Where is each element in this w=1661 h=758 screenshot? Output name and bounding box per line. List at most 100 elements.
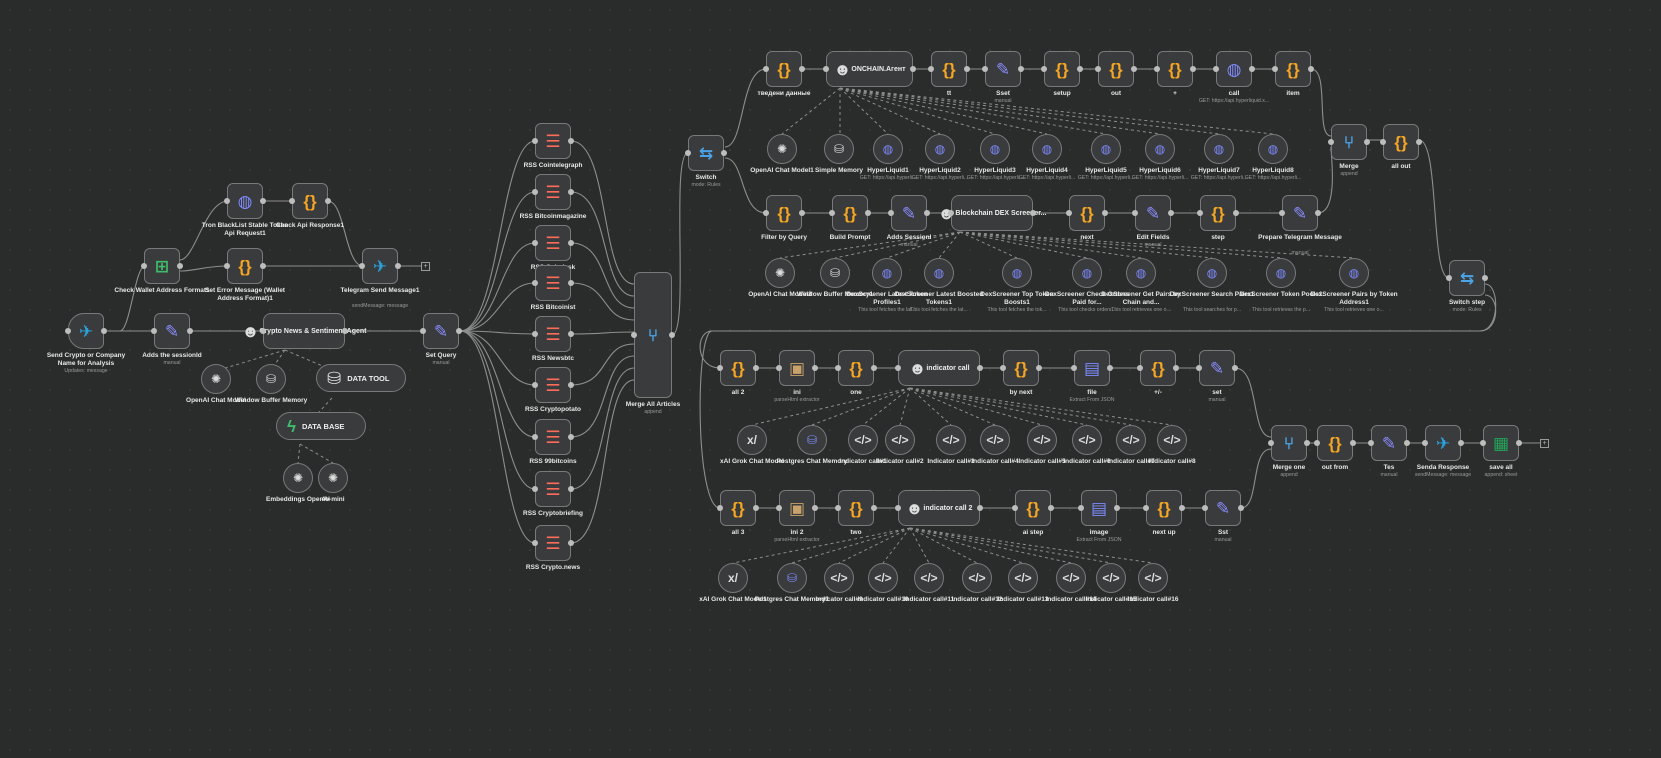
- output-port[interactable]: [1173, 365, 1179, 371]
- node-dex6[interactable]: ◍: [1197, 258, 1227, 288]
- output-port[interactable]: [1364, 139, 1370, 145]
- input-port[interactable]: [532, 382, 538, 388]
- node-xai1[interactable]: x/: [737, 425, 767, 455]
- node-prepare_tg[interactable]: ✎: [1282, 195, 1318, 231]
- output-port[interactable]: [1036, 365, 1042, 371]
- output-port[interactable]: [910, 66, 916, 72]
- node-pg1[interactable]: ⛁: [797, 425, 827, 455]
- input-port[interactable]: [888, 210, 894, 216]
- output-port[interactable]: [395, 263, 401, 269]
- output-port[interactable]: [1131, 66, 1137, 72]
- node-check_wallet[interactable]: ⊞: [144, 248, 180, 284]
- input-port[interactable]: [1268, 440, 1274, 446]
- output-port[interactable]: [568, 434, 574, 440]
- output-port[interactable]: [568, 240, 574, 246]
- node-ic1[interactable]: </>: [848, 425, 878, 455]
- node-tvedeni[interactable]: {}: [766, 51, 802, 87]
- node-mini[interactable]: ✺: [318, 463, 348, 493]
- input-port[interactable]: [829, 210, 835, 216]
- node-all_out[interactable]: {}: [1383, 124, 1419, 160]
- node-all2[interactable]: {}: [720, 350, 756, 386]
- node-ini[interactable]: ▣: [779, 350, 815, 386]
- node-hl2[interactable]: ◍: [925, 134, 955, 164]
- node-hl7[interactable]: ◍: [1204, 134, 1234, 164]
- node-call[interactable]: ◍: [1216, 51, 1252, 87]
- output-port[interactable]: [568, 280, 574, 286]
- node-one[interactable]: {}: [838, 350, 874, 386]
- input-port[interactable]: [65, 328, 71, 334]
- node-plusminus[interactable]: {}: [1140, 350, 1176, 386]
- input-port[interactable]: [532, 486, 538, 492]
- output-port[interactable]: [753, 505, 759, 511]
- output-port[interactable]: [1018, 66, 1024, 72]
- node-file[interactable]: ▤: [1074, 350, 1110, 386]
- output-port[interactable]: [1416, 139, 1422, 145]
- output-port[interactable]: [1482, 275, 1488, 281]
- input-port[interactable]: [1078, 505, 1084, 511]
- node-rss8[interactable]: ☰: [535, 471, 571, 507]
- input-port[interactable]: [420, 328, 426, 334]
- node-window_buffer1[interactable]: ⛁: [820, 258, 850, 288]
- node-adds_session[interactable]: ✎: [154, 313, 190, 349]
- output-port[interactable]: [568, 331, 574, 337]
- output-port[interactable]: [871, 365, 877, 371]
- output-port[interactable]: [1114, 505, 1120, 511]
- input-port[interactable]: [1272, 66, 1278, 72]
- output-port[interactable]: [812, 505, 818, 511]
- node-sst[interactable]: ✎: [1205, 490, 1241, 526]
- output-port[interactable]: [1458, 440, 1464, 446]
- node-ai_step[interactable]: {}: [1015, 490, 1051, 526]
- output-port[interactable]: [568, 382, 574, 388]
- node-out_from[interactable]: {}: [1317, 425, 1353, 461]
- node-hl6[interactable]: ◍: [1145, 134, 1175, 164]
- node-merge[interactable]: ⑂: [1331, 124, 1367, 160]
- output-port[interactable]: [1308, 66, 1314, 72]
- workflow-canvas[interactable]: ✈ Send Crypto or Company Name for Analysi…: [0, 0, 1661, 758]
- input-port[interactable]: [532, 280, 538, 286]
- node-item[interactable]: {}: [1275, 51, 1311, 87]
- output-port[interactable]: [753, 365, 759, 371]
- node-out[interactable]: {}: [1098, 51, 1134, 87]
- output-port[interactable]: [1516, 440, 1522, 446]
- input-port[interactable]: [1446, 275, 1452, 281]
- input-port[interactable]: [141, 263, 147, 269]
- node-ic16[interactable]: </>: [1138, 563, 1168, 593]
- input-port[interactable]: [776, 365, 782, 371]
- output-port[interactable]: [1233, 210, 1239, 216]
- node-set[interactable]: ✎: [1199, 350, 1235, 386]
- node-ic12[interactable]: </>: [962, 563, 992, 593]
- node-ini2[interactable]: ▣: [779, 490, 815, 526]
- node-by_next[interactable]: {}: [1003, 350, 1039, 386]
- output-port[interactable]: [456, 328, 462, 334]
- node-data_tool[interactable]: ⛁ DATA TOOL: [316, 364, 406, 392]
- node-sset[interactable]: ✎: [985, 51, 1021, 87]
- node-hl3[interactable]: ◍: [980, 134, 1010, 164]
- node-switch1[interactable]: ⇆: [688, 135, 724, 171]
- input-port[interactable]: [224, 263, 230, 269]
- input-port[interactable]: [835, 365, 841, 371]
- output-port[interactable]: [865, 210, 871, 216]
- node-rss2[interactable]: ☰: [535, 174, 571, 210]
- node-embeddings[interactable]: ✺: [283, 463, 313, 493]
- input-port[interactable]: [631, 332, 637, 338]
- input-port[interactable]: [717, 505, 723, 511]
- node-ic14[interactable]: </>: [1056, 563, 1086, 593]
- node-indicator_call[interactable]: ☻ indicator call: [898, 350, 980, 386]
- node-switch_step[interactable]: ⇆: [1449, 260, 1485, 296]
- node-rss4[interactable]: ☰: [535, 265, 571, 301]
- input-port[interactable]: [532, 540, 538, 546]
- add-node-button[interactable]: +: [421, 262, 430, 271]
- node-hl4[interactable]: ◍: [1032, 134, 1062, 164]
- node-check_api[interactable]: {}: [292, 183, 328, 219]
- output-port[interactable]: [1238, 505, 1244, 511]
- input-port[interactable]: [1154, 66, 1160, 72]
- output-port[interactable]: [1404, 440, 1410, 446]
- input-port[interactable]: [1213, 66, 1219, 72]
- node-next_up[interactable]: {}: [1146, 490, 1182, 526]
- output-port[interactable]: [799, 66, 805, 72]
- node-dex4[interactable]: ◍: [1072, 258, 1102, 288]
- node-openai_chat3[interactable]: ✺: [765, 258, 795, 288]
- output-port[interactable]: [1102, 210, 1108, 216]
- input-port[interactable]: [260, 328, 266, 334]
- node-dex7[interactable]: ◍: [1266, 258, 1296, 288]
